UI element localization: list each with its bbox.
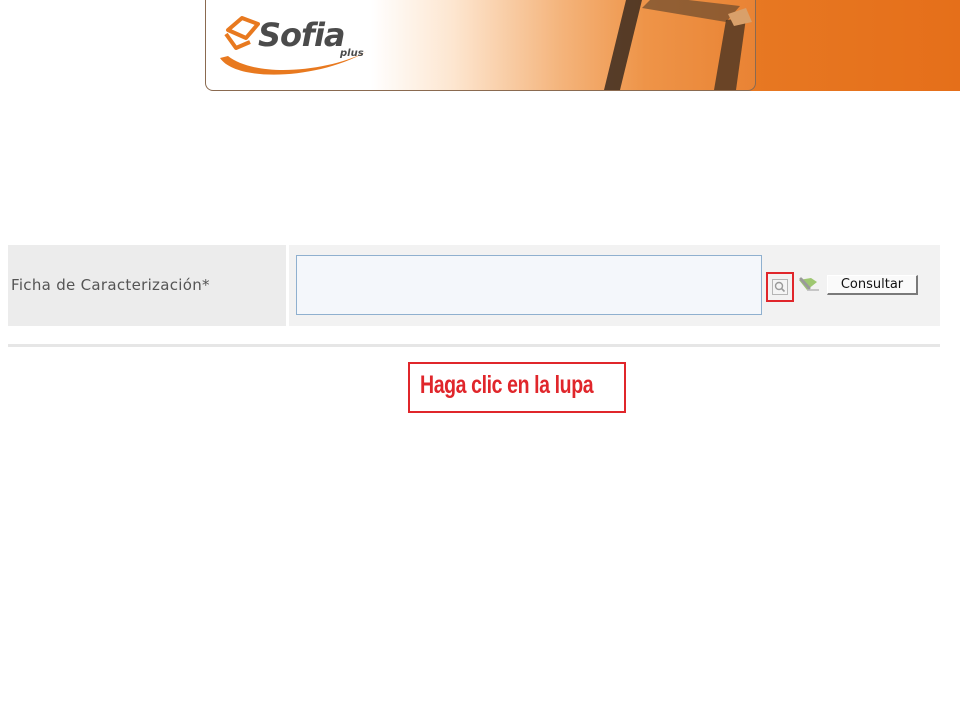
sofia-plus-banner: Sofia plus — [205, 0, 756, 91]
eraser-icon[interactable] — [797, 276, 821, 294]
logo-text: Sofia — [258, 16, 346, 54]
ficha-caracterizacion-input[interactable] — [296, 255, 762, 315]
instruction-text: Haga clic en la lupa — [420, 371, 594, 399]
search-lupa-button[interactable] — [766, 272, 794, 302]
magnifier-icon — [772, 279, 788, 295]
divider — [8, 344, 940, 347]
page: Sofia plus Ficha de Caracterización* Con… — [0, 0, 960, 720]
consultar-button[interactable]: Consultar — [827, 275, 918, 295]
logo-mark-icon — [224, 16, 260, 50]
instruction-callout: Haga clic en la lupa — [408, 362, 626, 413]
ficha-form-row: Ficha de Caracterización* Consultar — [8, 245, 940, 326]
value-cell: Consultar — [289, 245, 940, 326]
logo-subtext: plus — [340, 48, 364, 59]
ficha-caracterizacion-label: Ficha de Caracterización* — [11, 276, 210, 294]
label-cell: Ficha de Caracterización* — [8, 245, 289, 326]
